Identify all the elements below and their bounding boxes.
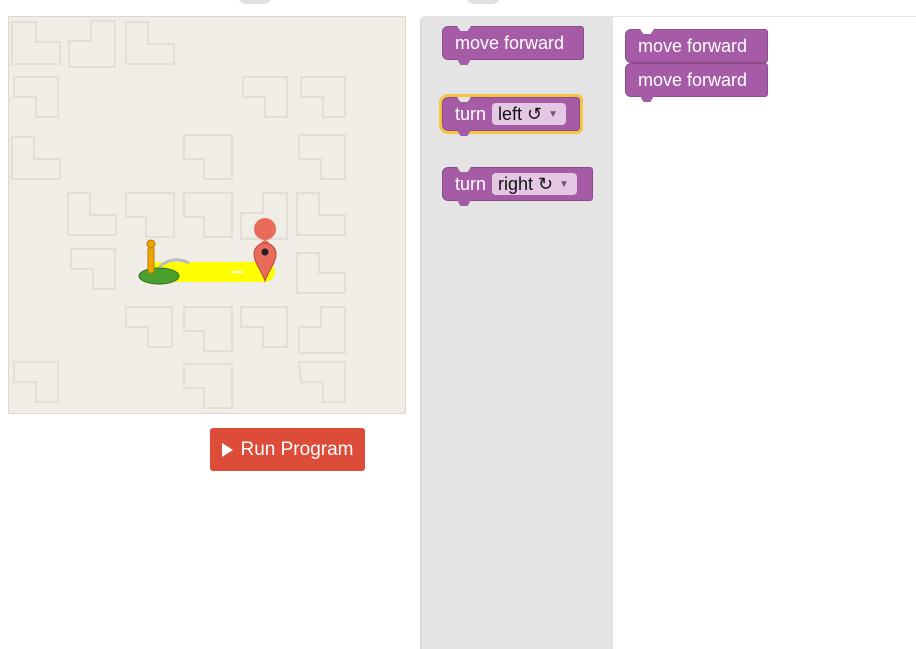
top-tab-left xyxy=(238,0,272,4)
block-notch xyxy=(457,167,471,172)
workspace-move-forward-block-2[interactable]: move forward xyxy=(625,63,768,102)
block-tab xyxy=(457,200,471,206)
dropdown-caret-icon: ▼ xyxy=(548,108,559,120)
block-tab xyxy=(457,59,471,65)
maze-svg xyxy=(11,20,346,409)
toolbox-turn-right-block[interactable]: turn right ↻ ▼ xyxy=(442,167,593,206)
turn-right-value: right ↻ xyxy=(498,173,554,194)
block-tab xyxy=(640,96,654,102)
block-tab xyxy=(457,130,471,136)
workspace-move-forward-block-1[interactable]: move forward xyxy=(625,29,768,63)
workspace[interactable]: move forward move forward xyxy=(613,17,916,649)
turn-right-dropdown[interactable]: right ↻ ▼ xyxy=(492,173,578,195)
turn-left-label: turn xyxy=(455,103,487,124)
turn-left-value: left ↺ xyxy=(498,103,543,124)
toolbox-move-forward-block[interactable]: move forward xyxy=(442,26,584,65)
run-program-button[interactable]: Run Program xyxy=(210,428,365,471)
dropdown-caret-icon: ▼ xyxy=(559,178,570,190)
move-forward-label: move forward xyxy=(455,32,565,53)
turn-left-dropdown[interactable]: left ↺ ▼ xyxy=(492,103,567,125)
maze-panel xyxy=(8,16,406,414)
maze-wall-tiles xyxy=(11,20,346,409)
workspace-block-label: move forward xyxy=(638,35,748,56)
block-notch xyxy=(457,97,471,102)
workspace-block-label: move forward xyxy=(638,69,748,90)
top-tab-right xyxy=(466,0,500,4)
toolbox-turn-left-block[interactable]: turn left ↺ ▼ xyxy=(439,94,583,136)
turn-right-label: turn xyxy=(455,173,487,194)
play-icon xyxy=(221,442,233,457)
toolbox: move forward turn left ↺ ▼ turn right ↻ … xyxy=(420,16,613,649)
run-program-label: Run Program xyxy=(240,438,354,460)
block-notch xyxy=(640,29,654,34)
block-notch xyxy=(457,26,471,31)
